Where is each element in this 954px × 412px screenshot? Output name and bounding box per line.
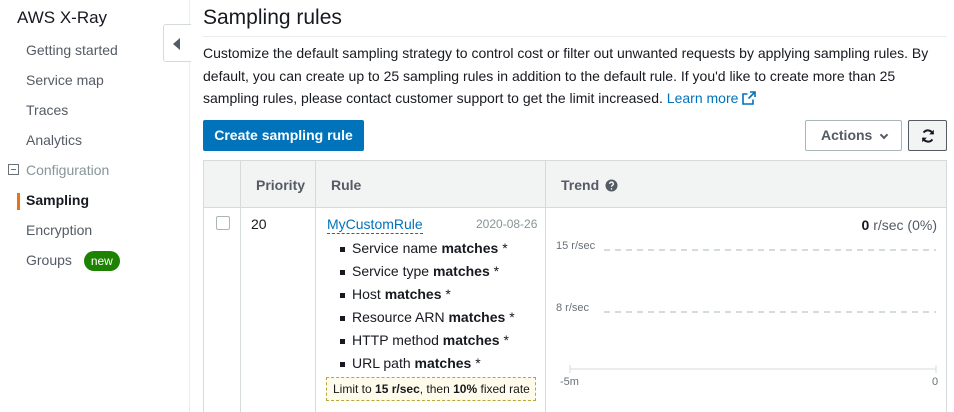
external-link-icon — [742, 91, 757, 105]
rule-date: 2020-08-26 — [476, 217, 538, 231]
refresh-icon — [922, 129, 934, 143]
header-trend-label: Trend — [561, 177, 600, 193]
refresh-button[interactable] — [908, 120, 947, 151]
chevron-down-icon — [879, 130, 889, 140]
rule-conditions: Service name matches * Service type matc… — [336, 237, 515, 375]
sampling-rules-table: Priority Rule Trend 20 MyCustomRule 2020… — [203, 160, 947, 412]
sidebar-item-analytics[interactable]: Analytics — [0, 125, 190, 155]
sidebar-item-label: Groups — [26, 252, 72, 268]
row-select-checkbox[interactable] — [216, 216, 230, 230]
condition-item: HTTP method matches * — [336, 329, 515, 352]
actions-label: Actions — [821, 127, 873, 143]
xray-console: AWS X-Ray Getting started Service map Tr… — [0, 0, 954, 412]
header-trend: Trend — [561, 177, 618, 193]
sidebar-nav: Getting started Service map Traces Analy… — [0, 35, 190, 275]
header-rule[interactable]: Rule — [331, 177, 361, 193]
y-label-15: 15 r/sec — [556, 240, 596, 252]
sidebar-section-label: Configuration — [26, 162, 110, 178]
sidebar-item-getting-started[interactable]: Getting started — [0, 35, 190, 65]
column-divider — [545, 161, 546, 412]
condition-item: Service type matches * — [336, 260, 515, 283]
actions-dropdown[interactable]: Actions — [805, 120, 902, 151]
y-label-8: 8 r/sec — [556, 302, 590, 314]
create-sampling-rule-button[interactable]: Create sampling rule — [203, 120, 364, 151]
learn-more-link[interactable]: Learn more — [667, 90, 757, 106]
trend-rate: 0 r/sec (0%) — [861, 217, 937, 233]
collapse-section-icon[interactable] — [8, 164, 19, 175]
rule-name-link[interactable]: MyCustomRule — [327, 216, 423, 234]
sidebar: AWS X-Ray Getting started Service map Tr… — [0, 0, 190, 412]
divider — [203, 36, 947, 37]
page-description: Customize the default sampling strategy … — [203, 42, 943, 110]
x-label-end: 0 — [932, 376, 938, 388]
rate-limit-note: Limit to 15 r/sec, then 10% fixed rate — [326, 377, 536, 401]
header-priority[interactable]: Priority — [256, 177, 305, 193]
sidebar-section-configuration[interactable]: Configuration — [0, 155, 190, 185]
column-divider — [315, 161, 316, 412]
sidebar-item-traces[interactable]: Traces — [0, 95, 190, 125]
info-icon[interactable] — [605, 179, 618, 192]
sidebar-item-groups[interactable]: Groups new — [0, 245, 190, 275]
page-title: Sampling rules — [203, 6, 342, 29]
collapse-sidebar-button[interactable] — [163, 24, 191, 62]
condition-item: Resource ARN matches * — [336, 306, 515, 329]
description-text: Customize the default sampling strategy … — [203, 45, 929, 106]
new-badge: new — [83, 251, 120, 272]
caret-left-icon — [173, 38, 180, 50]
condition-item: Host matches * — [336, 283, 515, 306]
sidebar-item-sampling[interactable]: Sampling — [0, 185, 190, 215]
trend-sparkline: 15 r/sec 8 r/sec -5m 0 — [556, 240, 938, 388]
condition-item: Service name matches * — [336, 237, 515, 260]
sidebar-title: AWS X-Ray — [17, 8, 108, 27]
sidebar-item-encryption[interactable]: Encryption — [0, 215, 190, 245]
learn-more-label: Learn more — [666, 90, 739, 106]
condition-item: URL path matches * — [336, 352, 515, 375]
sidebar-item-service-map[interactable]: Service map — [0, 65, 190, 95]
column-divider — [240, 161, 241, 412]
x-label-start: -5m — [560, 376, 579, 388]
rule-priority: 20 — [251, 216, 267, 232]
